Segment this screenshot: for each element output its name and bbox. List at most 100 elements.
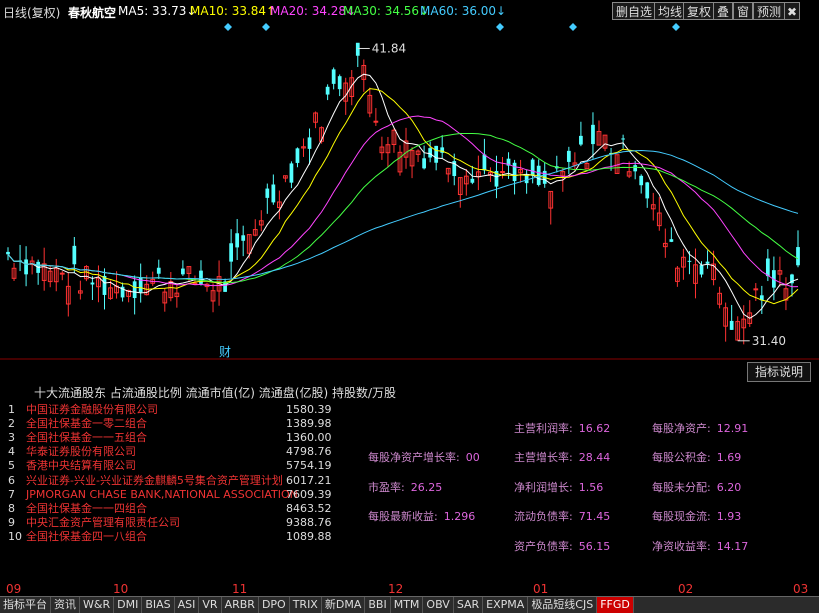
average-line-button[interactable]: 均线 xyxy=(654,2,687,20)
financial-label: 流动负债率: xyxy=(514,510,573,523)
candle-down xyxy=(434,145,439,163)
candle-down xyxy=(337,76,342,90)
financial-label: 每股最新收益: xyxy=(368,510,438,523)
event-diamond-icon xyxy=(672,23,680,31)
holder-index: 5 xyxy=(8,459,15,473)
candle-down xyxy=(241,235,246,241)
candle-down xyxy=(156,267,161,274)
holder-value: 5754.19 xyxy=(286,459,332,473)
event-diamond-icon xyxy=(569,23,577,31)
tab-dpo[interactable]: DPO xyxy=(259,597,290,613)
holder-index: 1 xyxy=(8,403,15,416)
tab-wr[interactable]: W&R xyxy=(80,597,115,613)
financial-value: 1.69 xyxy=(716,451,742,464)
holder-index: 7 xyxy=(8,487,15,501)
candle-down xyxy=(639,175,644,186)
financial-value: 1.296 xyxy=(443,510,476,523)
holder-value: 6017.21 xyxy=(286,473,332,487)
holder-index: 3 xyxy=(8,431,15,445)
financial-label: 每股未分配: xyxy=(652,481,711,494)
financial-item: 每股净资产增长率: 00 xyxy=(368,449,480,465)
tab-dma[interactable]: 新DMA xyxy=(322,597,366,613)
tab-[interactable]: 资讯 xyxy=(51,597,80,613)
financial-item: 净利润增长: 1.56 xyxy=(514,479,603,495)
financial-value: 1.56 xyxy=(578,481,604,494)
financial-label: 主营增长率: xyxy=(514,451,573,464)
tab-asi[interactable]: ASI xyxy=(175,597,200,613)
candle-down xyxy=(765,258,770,277)
finance-marker: 财 xyxy=(219,345,231,359)
candle-down xyxy=(645,182,650,199)
candle-up xyxy=(59,272,65,275)
tab-cjs[interactable]: 极品短线CJS xyxy=(528,597,598,613)
window-button[interactable]: 窗 xyxy=(733,2,754,20)
tab-mtm[interactable]: MTM xyxy=(391,597,424,613)
holder-index: 6 xyxy=(8,473,15,487)
chart-mode-label: 日线(复权) xyxy=(3,6,61,20)
candle-down xyxy=(132,281,137,299)
tab-expma[interactable]: EXPMA xyxy=(483,597,529,613)
financial-value: 00 xyxy=(465,451,480,464)
candle-down xyxy=(470,178,475,183)
financial-value: 71.45 xyxy=(578,510,611,523)
candle-down xyxy=(687,260,692,262)
tab-dmi[interactable]: DMI xyxy=(114,597,143,613)
financial-item: 净资收益率: 14.17 xyxy=(652,538,748,554)
event-diamond-icon xyxy=(496,23,504,31)
candle-down xyxy=(24,259,28,275)
tab-bbi[interactable]: BBI xyxy=(365,597,391,613)
candle-down xyxy=(90,282,95,285)
financial-label: 每股净资产增长率: xyxy=(368,451,460,464)
holder-value: 1360.00 xyxy=(286,431,332,445)
overlay-button[interactable]: 叠 xyxy=(713,2,734,20)
candlestick-chart[interactable]: 41.84 31.40 财 xyxy=(0,22,819,360)
restoration-button[interactable]: 复权 xyxy=(683,2,716,20)
holder-index: 2 xyxy=(8,417,15,431)
tab-[interactable]: 指标平台 xyxy=(0,597,51,613)
holder-value: 8463.52 xyxy=(286,501,332,515)
financial-item: 资产负债率: 56.15 xyxy=(514,538,610,554)
financial-label: 资产负债率: xyxy=(514,540,573,553)
financial-label: 市盈率: xyxy=(368,481,405,494)
candle-up xyxy=(753,288,759,291)
financial-item: 流动负债率: 71.45 xyxy=(514,508,610,524)
holder-value: 1580.39 xyxy=(286,403,332,416)
tab-bias[interactable]: BIAS xyxy=(142,597,175,613)
holder-name: 全国社保基金一一五组合 xyxy=(26,431,147,445)
tab-arbr[interactable]: ARBR xyxy=(222,597,259,613)
financial-value: 1.93 xyxy=(716,510,742,523)
candle-down xyxy=(295,148,300,163)
x-label: 02 xyxy=(678,582,694,596)
event-diamond-icon xyxy=(224,23,232,31)
forecast-button[interactable]: 预测 xyxy=(753,2,786,20)
title-bar: 日线(复权) 春秋航空 MA5: 33.73↓ MA10: 33.84↑ MA2… xyxy=(0,0,819,22)
financial-label: 净利润增长: xyxy=(514,481,573,494)
ma60-line xyxy=(7,149,799,281)
financial-item: 每股公积金: 1.69 xyxy=(652,449,741,465)
holder-index: 8 xyxy=(8,501,15,515)
financial-item: 主营利润率: 16.62 xyxy=(514,420,610,436)
financial-label: 主营利润率: xyxy=(514,422,573,435)
x-label: 11 xyxy=(232,582,248,596)
close-icon[interactable]: ✖ xyxy=(784,2,800,20)
tab-obv[interactable]: OBV xyxy=(423,597,454,613)
delete-watchlist-button[interactable]: 删自选 xyxy=(612,2,657,20)
candle-down xyxy=(621,138,625,140)
candle-down xyxy=(428,148,433,158)
tab-vr[interactable]: VR xyxy=(199,597,222,613)
tab-trix[interactable]: TRIX xyxy=(290,597,322,613)
tab-sar[interactable]: SAR xyxy=(454,597,484,613)
holder-value: 1089.88 xyxy=(286,529,332,543)
low-price-label: 31.40 xyxy=(752,334,786,348)
x-label: 10 xyxy=(113,582,129,596)
indicator-explanation-button[interactable]: 指标说明 xyxy=(747,362,811,382)
candle-down xyxy=(72,245,77,265)
candle-down xyxy=(6,251,10,255)
tab-ffgd[interactable]: FFGD xyxy=(597,597,634,613)
holder-name: 全国社保基金一一四组合 xyxy=(26,501,147,515)
holder-name: 兴业证券-兴业-兴业证券金麒麟5号集合资产管理计划 xyxy=(26,473,283,487)
holder-name: 全国社保基金四一八组合 xyxy=(26,529,147,543)
candle-down xyxy=(102,275,107,295)
candle-down xyxy=(796,247,800,266)
high-price-label: 41.84 xyxy=(372,41,406,55)
